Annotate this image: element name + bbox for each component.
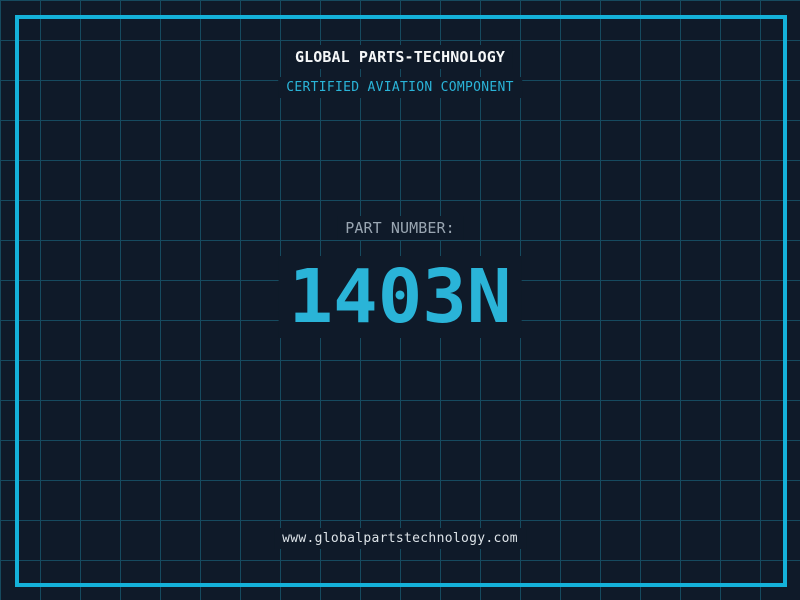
- part-number-value: 1403N: [278, 256, 522, 338]
- website-url: www.globalpartstechnology.com: [274, 528, 526, 549]
- blueprint-card: GLOBAL PARTS-TECHNOLOGY CERTIFIED AVIATI…: [0, 0, 800, 600]
- part-number-label: PART NUMBER:: [337, 216, 463, 240]
- company-title: GLOBAL PARTS-TECHNOLOGY: [286, 45, 514, 69]
- certification-subtitle: CERTIFIED AVIATION COMPONENT: [278, 77, 522, 98]
